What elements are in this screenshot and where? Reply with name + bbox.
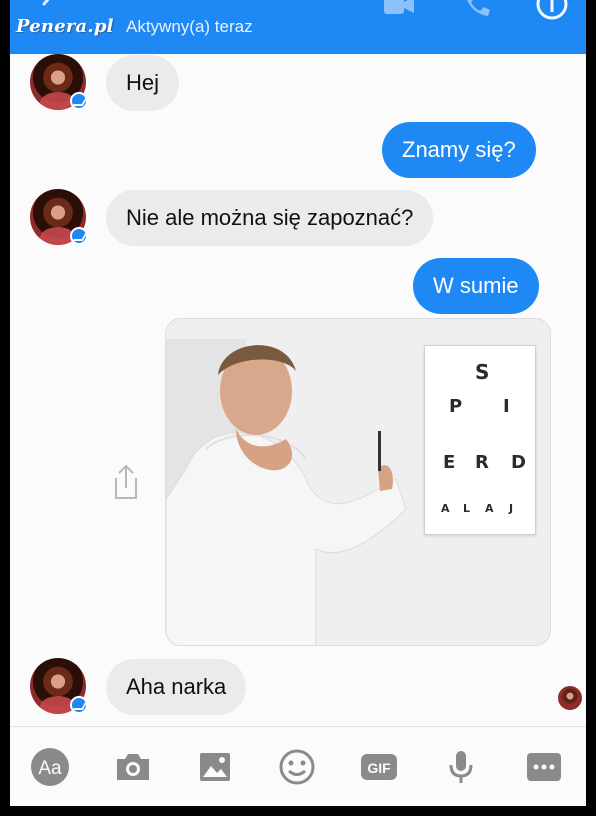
camera-icon[interactable] xyxy=(113,747,153,787)
eye-chart: S P I E R D A L A J xyxy=(424,345,536,535)
message-bubble-incoming[interactable]: Nie ale można się zapoznać? xyxy=(106,190,434,246)
phone-icon[interactable] xyxy=(462,0,492,18)
contact-avatar[interactable] xyxy=(30,658,88,714)
eye-chart-letter: D xyxy=(511,452,526,473)
aa-label: Aa xyxy=(38,758,62,779)
gif-label: GIF xyxy=(367,760,391,776)
messenger-badge-icon xyxy=(70,92,88,110)
active-status: Aktywny(a) teraz xyxy=(126,17,253,36)
eye-chart-letter: E xyxy=(443,452,456,473)
image-message[interactable]: S P I E R D A L A J xyxy=(165,318,551,646)
eye-chart-letter: A xyxy=(485,502,494,515)
gallery-icon[interactable] xyxy=(195,747,235,787)
emoji-icon[interactable] xyxy=(277,747,317,787)
eye-chart-letter: P xyxy=(449,396,463,417)
chat-window: Penera.pl Aktywny(a) teraz Hej Znamy się… xyxy=(10,0,586,806)
eye-chart-letter: S xyxy=(475,360,490,384)
eye-chart-letter: J xyxy=(509,502,514,515)
composer-toolbar: Aa GIF xyxy=(10,726,586,806)
chat-header: Penera.pl Aktywny(a) teraz xyxy=(10,0,586,54)
video-call-icon[interactable] xyxy=(382,0,416,18)
info-icon[interactable] xyxy=(534,0,570,26)
eye-chart-letter: I xyxy=(503,396,510,417)
text-aa-icon[interactable]: Aa xyxy=(30,747,70,787)
message-bubble-outgoing[interactable]: Znamy się? xyxy=(382,122,536,178)
contact-avatar[interactable] xyxy=(30,54,88,110)
contact-avatar[interactable] xyxy=(30,189,88,245)
gif-icon[interactable]: GIF xyxy=(359,747,399,787)
message-bubble-outgoing[interactable]: W sumie xyxy=(413,258,539,314)
watermark: Penera.pl xyxy=(16,16,114,37)
messenger-badge-icon xyxy=(70,696,88,714)
back-arrow-icon[interactable] xyxy=(40,0,56,12)
message-bubble-incoming[interactable]: Hej xyxy=(106,55,180,111)
eye-chart-letter: R xyxy=(475,452,489,473)
read-receipt-avatar xyxy=(558,686,582,710)
share-icon[interactable] xyxy=(110,462,142,502)
more-icon[interactable] xyxy=(524,747,564,787)
message-bubble-incoming[interactable]: Aha narka xyxy=(106,659,247,715)
microphone-icon[interactable] xyxy=(441,747,481,787)
eye-chart-letter: A xyxy=(441,502,450,515)
messenger-badge-icon xyxy=(70,227,88,245)
eye-chart-letter: L xyxy=(463,502,471,515)
